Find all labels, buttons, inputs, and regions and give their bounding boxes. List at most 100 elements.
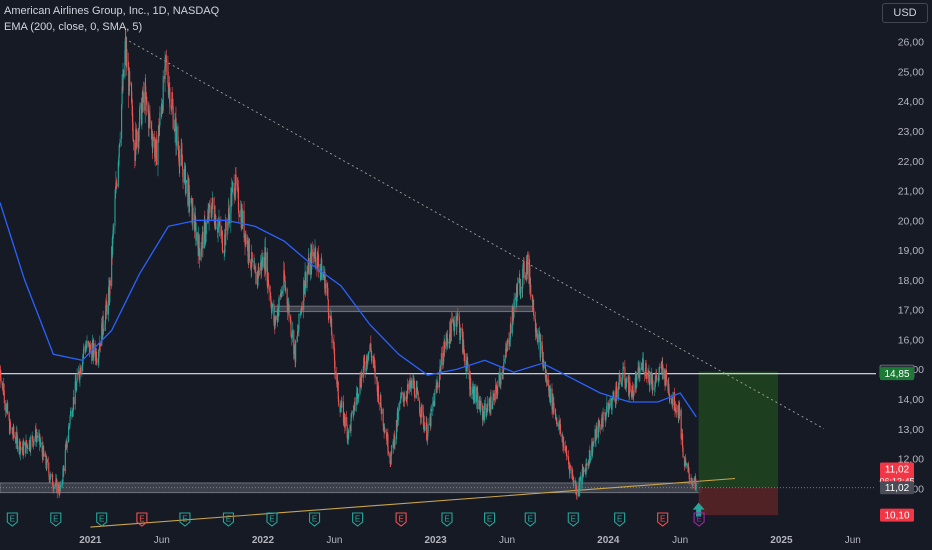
candle-body bbox=[334, 360, 336, 372]
candle-body bbox=[536, 333, 538, 343]
candle-body bbox=[122, 69, 125, 77]
candle-body bbox=[361, 374, 363, 378]
candle-body bbox=[116, 184, 118, 187]
x-tick-label: 2024 bbox=[597, 535, 620, 546]
earnings-letter: E bbox=[53, 515, 58, 524]
candle-body bbox=[247, 240, 249, 257]
candle-body bbox=[579, 476, 581, 482]
candle-body bbox=[417, 392, 419, 401]
candle-body bbox=[679, 409, 681, 417]
candle-body bbox=[550, 388, 552, 403]
candle-body bbox=[341, 401, 343, 403]
candle-body bbox=[467, 362, 469, 371]
candle-body bbox=[69, 410, 72, 417]
candle-body bbox=[585, 464, 587, 475]
candle-body bbox=[411, 380, 413, 389]
candle-body bbox=[374, 365, 376, 378]
candle-body bbox=[138, 127, 140, 142]
candle-body bbox=[662, 367, 664, 379]
candle-body bbox=[430, 408, 432, 411]
candle-body bbox=[254, 266, 256, 272]
candle-body bbox=[3, 390, 5, 404]
candle-body bbox=[119, 138, 121, 144]
candle-body bbox=[225, 221, 227, 231]
candle-body bbox=[420, 404, 423, 418]
candle-body bbox=[86, 341, 88, 347]
candle-body bbox=[33, 438, 35, 442]
candle-body bbox=[23, 442, 25, 446]
candle-body bbox=[311, 249, 313, 257]
candle-body bbox=[377, 385, 380, 403]
candle-body bbox=[222, 250, 224, 253]
earnings-letter: E bbox=[139, 515, 144, 524]
candle-body bbox=[490, 396, 492, 410]
candle-body bbox=[489, 399, 491, 412]
candle-body bbox=[76, 381, 78, 391]
price-label-text: 11,02 bbox=[885, 483, 910, 494]
earnings-letter: E bbox=[226, 515, 231, 524]
candle-body bbox=[499, 376, 501, 384]
candle-body bbox=[470, 393, 472, 395]
chart-background bbox=[0, 0, 932, 550]
y-tick-label: 17,00 bbox=[898, 305, 924, 317]
candle-body bbox=[414, 394, 416, 399]
candle-body bbox=[152, 136, 154, 142]
candle-body bbox=[182, 165, 184, 170]
candle-body bbox=[546, 379, 548, 386]
candle-body bbox=[629, 382, 631, 393]
candle-body bbox=[447, 341, 449, 344]
candle-body bbox=[165, 59, 168, 63]
candle-body bbox=[192, 207, 194, 222]
candle-body bbox=[419, 413, 422, 418]
candle-body bbox=[56, 483, 58, 493]
candle-body bbox=[40, 442, 42, 445]
candle-body bbox=[507, 339, 509, 344]
candle-body bbox=[142, 91, 144, 103]
candle-body bbox=[114, 198, 116, 227]
candle-body bbox=[129, 71, 131, 83]
candle-body bbox=[616, 388, 618, 399]
candle-body bbox=[622, 366, 625, 369]
earnings-letter: E bbox=[617, 515, 622, 524]
candle-body bbox=[632, 390, 634, 400]
currency-button[interactable]: USD bbox=[882, 3, 928, 23]
candle-body bbox=[520, 286, 522, 293]
candle-body bbox=[103, 330, 105, 332]
y-tick-label: 20,00 bbox=[898, 215, 924, 227]
candle-body bbox=[460, 328, 462, 330]
y-tick-label: 16,00 bbox=[898, 334, 924, 346]
y-tick-label: 22,00 bbox=[898, 156, 924, 168]
candle-body bbox=[593, 441, 595, 444]
earnings-letter: E bbox=[528, 515, 533, 524]
candle-body bbox=[691, 480, 693, 484]
candle-body bbox=[680, 409, 682, 439]
candle-body bbox=[402, 392, 404, 397]
y-tick-label: 24,00 bbox=[898, 96, 924, 108]
candle-body bbox=[516, 283, 519, 298]
candle-body bbox=[530, 284, 532, 297]
candle-body bbox=[384, 430, 386, 433]
candle-body bbox=[331, 335, 333, 343]
candle-body bbox=[141, 105, 143, 125]
candle-body bbox=[60, 484, 62, 490]
candle-body bbox=[301, 306, 303, 310]
candle-body bbox=[340, 407, 342, 413]
candle-body bbox=[659, 367, 661, 368]
candle-body bbox=[391, 445, 393, 455]
earnings-letter: E bbox=[182, 515, 187, 524]
candle-body bbox=[232, 183, 234, 185]
candle-body bbox=[291, 330, 293, 338]
price-axis-label: 14,85 bbox=[880, 367, 914, 381]
candle-body bbox=[290, 319, 292, 335]
chart-canvas[interactable]: 27,0026,0025,0024,0023,0022,0021,0020,00… bbox=[0, 0, 932, 550]
candle-body bbox=[477, 392, 479, 410]
y-tick-label: 14,00 bbox=[898, 394, 924, 406]
candle-body bbox=[281, 290, 283, 294]
candle-body bbox=[139, 103, 141, 109]
x-tick-label: Jun bbox=[326, 535, 342, 546]
candle-body bbox=[81, 366, 83, 375]
candle-body bbox=[228, 213, 231, 224]
y-tick-label: 23,00 bbox=[898, 126, 924, 138]
candle-body bbox=[586, 463, 588, 466]
candle-body bbox=[202, 231, 204, 249]
